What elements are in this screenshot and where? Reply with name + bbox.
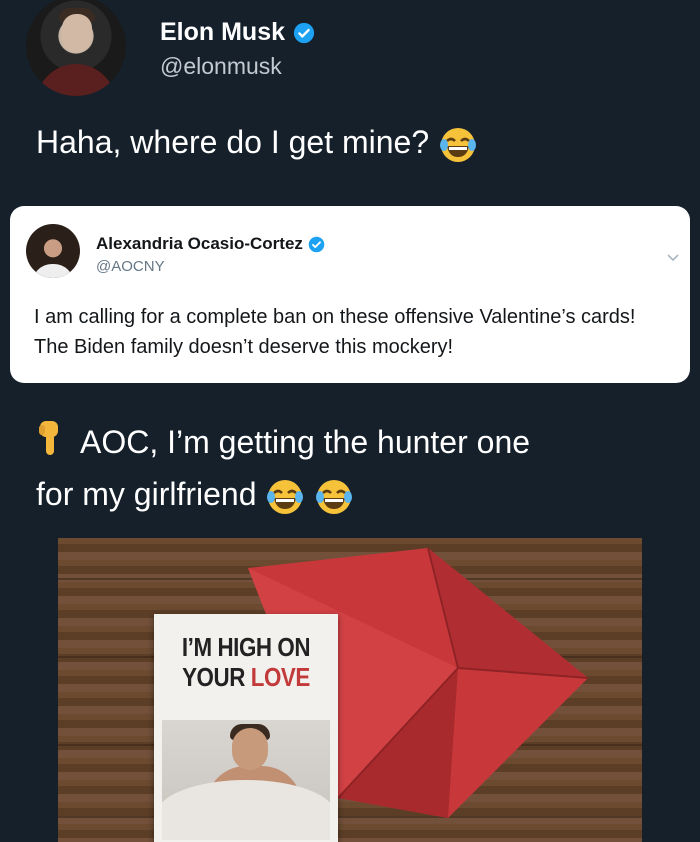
- attached-photo[interactable]: I’M HIGH ON YOUR LOVE: [58, 538, 642, 842]
- tweet-text-content: Haha, where do I get mine?: [36, 124, 430, 160]
- quoted-text-line-1: I am calling for a complete ban on these…: [34, 306, 636, 328]
- laughing-emoji-icon: [267, 479, 304, 514]
- card-line-2-prefix: YOUR: [182, 662, 251, 692]
- quoted-tweet[interactable]: Alexandria Ocasio-Cortez @AOCNY I am cal…: [10, 206, 690, 383]
- reply-line-2: for my girlfriend: [36, 468, 530, 520]
- card-photo: [162, 720, 330, 840]
- author-name-text[interactable]: Elon Musk: [160, 18, 285, 47]
- card-line-1: I’M HIGH ON: [181, 632, 311, 662]
- tweet-text: Haha, where do I get mine?: [36, 122, 478, 165]
- reply-text: AOC, I’m getting the hunter one for my g…: [36, 416, 530, 520]
- quoted-avatar-collar: [32, 264, 74, 278]
- card-love-word: LOVE: [250, 662, 311, 692]
- laughing-emoji-icon: [316, 479, 353, 514]
- avatar-face: [62, 14, 92, 52]
- author-name[interactable]: Elon Musk: [160, 18, 315, 47]
- card-title: I’M HIGH ON YOUR LOVE: [167, 632, 325, 692]
- verified-icon: [293, 22, 315, 43]
- avatar-suit: [36, 64, 116, 96]
- card-photo-head: [232, 728, 268, 770]
- quoted-author-handle[interactable]: @AOCNY: [96, 258, 165, 275]
- laughing-emoji-icon: [440, 127, 477, 162]
- quoted-avatar[interactable]: [26, 224, 80, 278]
- avatar[interactable]: [26, 0, 126, 96]
- card-line-2: YOUR LOVE: [167, 662, 325, 692]
- reply-line-1: AOC, I’m getting the hunter one: [36, 416, 530, 468]
- quoted-author-name-text[interactable]: Alexandria Ocasio-Cortez: [96, 234, 303, 254]
- quoted-text-line-2: The Biden family doesn’t deserve this mo…: [34, 336, 454, 358]
- author-handle[interactable]: @elonmusk: [160, 53, 315, 80]
- valentine-card: I’M HIGH ON YOUR LOVE: [154, 614, 338, 842]
- author-block[interactable]: Elon Musk @elonmusk: [160, 18, 315, 80]
- card-photo-bathtub: [162, 780, 330, 840]
- chevron-down-icon[interactable]: [666, 250, 680, 264]
- pointing-down-icon: [39, 421, 58, 455]
- quoted-tweet-text: I am calling for a complete ban on these…: [34, 302, 635, 362]
- reply-line-1-text: AOC, I’m getting the hunter one: [80, 424, 531, 460]
- reply-line-2-text: for my girlfriend: [36, 476, 257, 512]
- verified-icon: [308, 236, 325, 252]
- quoted-author-name[interactable]: Alexandria Ocasio-Cortez: [96, 234, 325, 254]
